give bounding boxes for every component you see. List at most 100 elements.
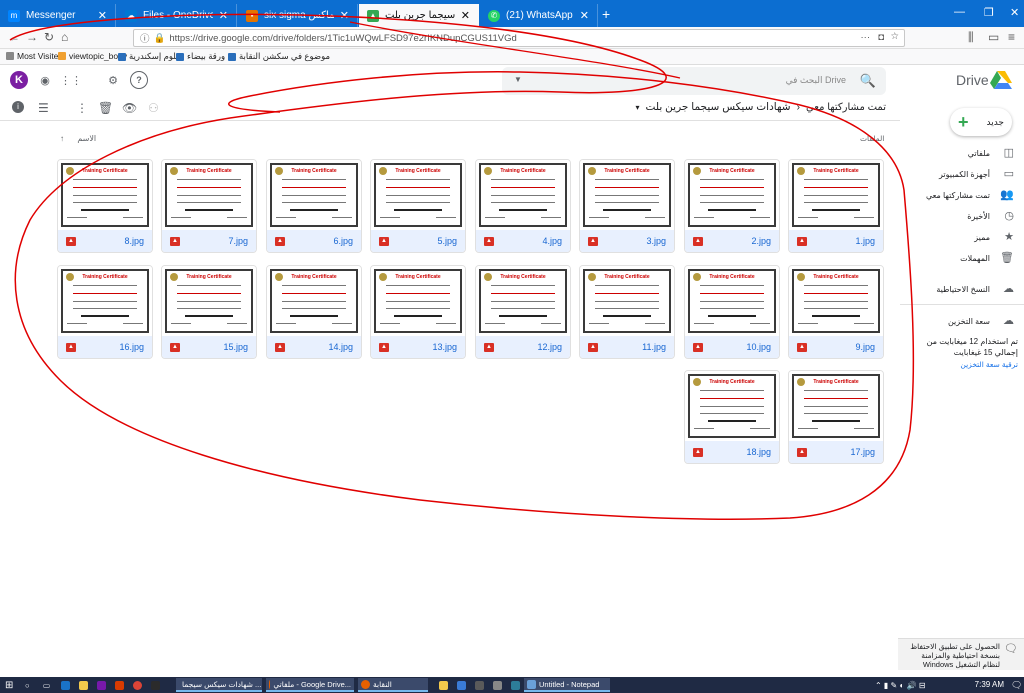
windows-start-icon[interactable]: ⊞	[2, 678, 16, 692]
office-icon[interactable]	[112, 678, 127, 692]
sidebar-item-backups[interactable]: النسخ الاحتياطية ☁	[900, 280, 1024, 298]
app-icon[interactable]	[148, 678, 163, 692]
file-card[interactable]: Training Certificate ▲ 1.jpg	[788, 159, 884, 253]
file-name-bar[interactable]: ▲ 4.jpg	[476, 230, 570, 252]
file-card[interactable]: Training Certificate ▲ 5.jpg	[370, 159, 466, 253]
sidebar-item-storage[interactable]: سعة التخزين ☁	[900, 312, 1024, 330]
app-icon[interactable]	[508, 678, 523, 692]
search-box[interactable]: ▼ البحث في Drive 🔍	[502, 67, 886, 95]
chrome-icon[interactable]	[130, 678, 145, 692]
menu-icon[interactable]: ≡	[1008, 30, 1015, 44]
bookmark-most-visited[interactable]: Most Visited	[6, 51, 63, 61]
file-card[interactable]: Training Certificate ▲ 12.jpg	[475, 265, 571, 359]
file-name-bar[interactable]: ▲ 7.jpg	[162, 230, 256, 252]
file-name-bar[interactable]: ▲ 3.jpg	[580, 230, 674, 252]
file-name-bar[interactable]: ▲ 11.jpg	[580, 336, 674, 358]
app-icon[interactable]	[454, 678, 469, 692]
file-name-bar[interactable]: ▲ 6.jpg	[267, 230, 361, 252]
sort-by-name[interactable]: ↑ الاسم	[60, 134, 96, 143]
preview-eye-icon[interactable]: 👁	[122, 101, 137, 115]
file-name-bar[interactable]: ▲ 14.jpg	[267, 336, 361, 358]
app-icon[interactable]	[490, 678, 505, 692]
task-notepad[interactable]: Untitled - Notepad	[524, 678, 610, 692]
tab-six-sigma[interactable]: ▪ six sigma الماكس ✕	[238, 4, 358, 27]
new-tab-button[interactable]: +	[602, 6, 610, 22]
tray-icons[interactable]: ⌃ ▮ ✎ ◐ 🔊 ⊟	[872, 678, 928, 692]
apps-grid-icon[interactable]: ⋮⋮	[60, 71, 82, 89]
notifications-icon[interactable]: ◉	[36, 71, 54, 89]
close-icon[interactable]: ✕	[340, 9, 349, 22]
tab-whatsapp[interactable]: ✆ (21) WhatsApp ✕	[480, 4, 598, 27]
info-icon[interactable]: ⓘ	[140, 31, 150, 45]
sidebar-item-starred[interactable]: مميز ★	[900, 228, 1024, 246]
close-icon[interactable]: ✕	[98, 9, 107, 22]
search-options-icon[interactable]: ▼	[514, 75, 522, 84]
app-icon[interactable]	[472, 678, 487, 692]
file-card[interactable]: Training Certificate ▲ 10.jpg	[684, 265, 780, 359]
file-card[interactable]: Training Certificate ▲ 14.jpg	[266, 265, 362, 359]
task-firefox-syndicate[interactable]: النقابة	[358, 678, 428, 692]
file-name-bar[interactable]: ▲ 17.jpg	[789, 441, 883, 463]
file-card[interactable]: Training Certificate ▲ 16.jpg	[57, 265, 153, 359]
tab-onedrive[interactable]: ☁ Files - OneDrive ✕	[117, 4, 237, 27]
bookmark-white-paper[interactable]: ورقة بيضاء	[176, 51, 225, 62]
library-icon[interactable]: ⫼	[968, 30, 974, 45]
file-name-bar[interactable]: ▲ 16.jpg	[58, 336, 152, 358]
breadcrumb-shared[interactable]: تمت مشاركتها معي	[806, 102, 886, 113]
close-icon[interactable]: ✕	[461, 9, 470, 22]
file-name-bar[interactable]: ▲ 5.jpg	[371, 230, 465, 252]
sidebar-item-trash[interactable]: المهملات 🗑	[900, 249, 1024, 267]
sidebar-item-recent[interactable]: الأخيرة ◷	[900, 207, 1024, 225]
task-view-icon[interactable]: ▭	[40, 678, 53, 692]
details-icon[interactable]: i	[12, 101, 24, 113]
sidebar-icon[interactable]: ▭	[988, 30, 999, 44]
upgrade-storage-link[interactable]: ترقية سعة التخزين	[906, 360, 1018, 369]
file-name-bar[interactable]: ▲ 8.jpg	[58, 230, 152, 252]
bookmark-science[interactable]: علوم إسكندرية	[118, 51, 181, 62]
file-name-bar[interactable]: ▲ 15.jpg	[162, 336, 256, 358]
file-card[interactable]: Training Certificate ▲ 11.jpg	[579, 265, 675, 359]
file-card[interactable]: Training Certificate ▲ 9.jpg	[788, 265, 884, 359]
more-actions-icon[interactable]: ⋮	[76, 101, 88, 115]
sidebar-item-shared[interactable]: تمت مشاركتها معي 👥	[900, 186, 1024, 204]
search-icon[interactable]: 🔍	[860, 73, 876, 89]
bookmark-viewtopic[interactable]: viewtopic_body	[58, 51, 127, 61]
explorer-icon[interactable]	[76, 678, 91, 692]
sidebar-item-my-drive[interactable]: ملفاتي ◫	[900, 144, 1024, 162]
chevron-down-icon[interactable]: ▾	[636, 103, 640, 112]
file-card[interactable]: Training Certificate ▲ 7.jpg	[161, 159, 257, 253]
explorer-icon[interactable]	[436, 678, 451, 692]
close-icon[interactable]: ✕	[580, 9, 589, 22]
home-icon[interactable]: ⌂	[61, 30, 68, 44]
file-card[interactable]: Training Certificate ▲ 6.jpg	[266, 159, 362, 253]
sidebar-item-computers[interactable]: أجهزة الكمبيوتر ▭	[900, 165, 1024, 183]
onenote-icon[interactable]	[94, 678, 109, 692]
file-name-bar[interactable]: ▲ 18.jpg	[685, 441, 779, 463]
pocket-icon[interactable]: ◘	[878, 32, 884, 43]
bookmark-star-icon[interactable]: ☆	[890, 31, 899, 42]
clock[interactable]: 7:39 AM	[975, 680, 1004, 689]
task-firefox-my-drive[interactable]: ملفاتي - Google Drive...	[266, 678, 354, 692]
task-firefox-drive-folder[interactable]: شهادات سيكس سيجما ...	[176, 678, 262, 692]
new-button[interactable]: + جديد	[950, 108, 1012, 136]
settings-gear-icon[interactable]: ⚙	[104, 71, 122, 89]
file-name-bar[interactable]: ▲ 9.jpg	[789, 336, 883, 358]
windows-notification[interactable]: 🗨 الحصول على تطبيق الاحتفاظ بنسخة احتياط…	[898, 638, 1024, 670]
file-card[interactable]: Training Certificate ▲ 13.jpg	[370, 265, 466, 359]
restore-icon[interactable]: ❐	[984, 6, 994, 19]
minimize-icon[interactable]: —	[954, 6, 965, 18]
tab-messenger[interactable]: m Messenger ✕	[0, 4, 116, 27]
search-icon[interactable]: ○	[22, 678, 33, 692]
page-actions-icon[interactable]: ···	[861, 32, 871, 43]
reload-icon[interactable]: ↻	[44, 30, 54, 44]
edge-icon[interactable]	[58, 678, 73, 692]
address-bar[interactable]: ⓘ 🔒 https://drive.google.com/drive/folde…	[133, 29, 905, 47]
bookmark-syndicate[interactable]: موضوع في سكشن النقابة	[228, 51, 330, 62]
file-card[interactable]: Training Certificate ▲ 2.jpg	[684, 159, 780, 253]
file-card[interactable]: Training Certificate ▲ 15.jpg	[161, 265, 257, 359]
avatar[interactable]: K	[10, 71, 28, 89]
breadcrumb-current[interactable]: شهادات سيكس سيجما جرين بلت	[646, 101, 791, 113]
back-icon[interactable]: ←	[8, 30, 20, 44]
list-view-icon[interactable]: ☰	[38, 101, 49, 115]
tab-drive-folder[interactable]: ▲ شهادات سيكس سيجما جرين بلت ✕	[359, 4, 479, 27]
